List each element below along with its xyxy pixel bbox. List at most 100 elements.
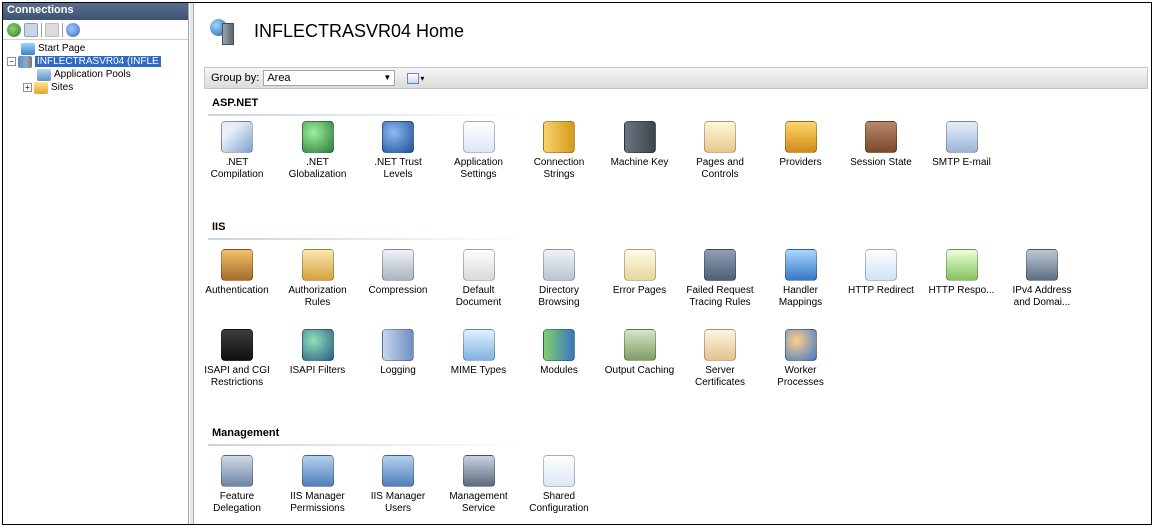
feature-redirect[interactable]: HTTP Redirect <box>842 249 920 297</box>
view-toggle[interactable]: ▾ <box>407 71 429 85</box>
feature-label: Connection Strings <box>533 157 585 180</box>
feature-compression[interactable]: Compression <box>359 249 437 297</box>
feature-label: ISAPI Filters <box>289 365 346 376</box>
toolbar-divider <box>41 22 42 37</box>
feature-session[interactable]: Session State <box>842 121 920 169</box>
feature-logging[interactable]: Logging <box>359 329 437 377</box>
disconnect-icon[interactable] <box>66 22 80 37</box>
feature-filter[interactable]: ISAPI Filters <box>279 329 357 377</box>
expand-toggle[interactable]: + <box>23 83 32 92</box>
feature-label: Machine Key <box>610 157 669 168</box>
feature-lock[interactable]: Authorization Rules <box>279 249 357 309</box>
feature-http-response[interactable]: HTTP Respo... <box>923 249 1001 297</box>
feature-certificate[interactable]: Server Certificates <box>681 329 759 389</box>
failed-request-icon <box>704 249 736 281</box>
connections-panel: Connections Start Page − INFLECTRASVR04 … <box>3 3 189 524</box>
feature-ipv4[interactable]: IPv4 Address and Domai... <box>1003 249 1081 309</box>
feature-compilation[interactable]: .NET Compilation <box>198 121 276 181</box>
tree-item-label: Sites <box>51 82 74 93</box>
feature-error-page[interactable]: Error Pages <box>601 249 679 297</box>
feature-providers[interactable]: Providers <box>762 121 840 169</box>
home-content: INFLECTRASVR04 Home Group by: Area ▼ ▾ A… <box>198 3 1151 524</box>
permissions-icon <box>301 455 334 487</box>
feature-shared-config[interactable]: Shared Configuration <box>520 455 598 515</box>
feature-label: ISAPI and CGI Restrictions <box>204 365 270 388</box>
save-icon[interactable] <box>24 22 38 37</box>
feature-auth[interactable]: Authentication <box>198 249 276 297</box>
feature-caching[interactable]: Output Caching <box>601 329 679 377</box>
group-by-label: Group by: <box>211 72 260 84</box>
feature-settings-list[interactable]: Application Settings <box>440 121 518 181</box>
feature-email[interactable]: SMTP E-mail <box>923 121 1001 169</box>
feature-label: Error Pages <box>612 285 667 296</box>
feature-label: Application Settings <box>454 157 503 180</box>
directory-icon <box>543 249 575 281</box>
cgi-icon <box>221 329 253 361</box>
chevron-down-icon: ▾ <box>420 73 425 83</box>
feature-label: SMTP E-mail <box>932 157 991 168</box>
feature-modules[interactable]: Modules <box>520 329 598 377</box>
feature-permissions[interactable]: IIS Manager Permissions <box>279 455 357 515</box>
collapse-toggle[interactable]: − <box>7 57 16 66</box>
feature-failed-request[interactable]: Failed Request Tracing Rules <box>681 249 759 309</box>
feature-users[interactable]: IIS Manager Users <box>359 455 437 515</box>
feature-directory[interactable]: Directory Browsing <box>520 249 598 309</box>
feature-document[interactable]: Default Document <box>440 249 518 309</box>
redirect-icon <box>865 249 897 281</box>
feature-label: IIS Manager Permissions <box>290 491 345 514</box>
section-title-iis: IIS <box>212 221 226 233</box>
feature-handler[interactable]: Handler Mappings <box>762 249 840 309</box>
feature-label: .NET Trust Levels <box>374 157 422 180</box>
mime-icon <box>462 329 495 361</box>
panel-splitter[interactable] <box>190 3 194 524</box>
filter-icon <box>301 329 334 361</box>
start-page-icon <box>21 42 35 55</box>
connect-icon[interactable] <box>7 22 21 37</box>
feature-label: Authentication <box>205 285 269 296</box>
home-header: INFLECTRASVR04 Home <box>210 17 464 45</box>
feature-mgmt-service[interactable]: Management Service <box>440 455 518 515</box>
section-divider <box>208 114 528 116</box>
feature-label: Modules <box>540 365 578 376</box>
feature-key[interactable]: Machine Key <box>601 121 679 169</box>
feature-database[interactable]: Connection Strings <box>520 121 598 181</box>
feature-trust[interactable]: .NET Trust Levels <box>359 121 437 181</box>
app-pools-icon <box>37 68 51 81</box>
users-icon <box>382 455 414 487</box>
feature-cgi[interactable]: ISAPI and CGI Restrictions <box>198 329 276 389</box>
feature-delegation[interactable]: Feature Delegation <box>198 455 276 515</box>
connections-toolbar <box>3 20 188 40</box>
session-icon <box>865 121 897 153</box>
ipv4-icon <box>1026 249 1058 281</box>
up-icon[interactable] <box>45 22 59 37</box>
feature-label: HTTP Redirect <box>848 285 914 296</box>
modules-icon <box>543 329 575 361</box>
group-by-bar: Group by: Area ▼ ▾ <box>204 67 1148 89</box>
feature-label: HTTP Respo... <box>928 285 995 296</box>
connections-header: Connections <box>3 3 188 20</box>
feature-label: .NET Compilation <box>210 157 264 180</box>
certificate-icon <box>704 329 736 361</box>
feature-pages[interactable]: Pages and Controls <box>681 121 759 181</box>
compilation-icon <box>221 121 253 153</box>
group-by-select[interactable]: Area ▼ <box>263 70 396 86</box>
toolbar-divider <box>62 22 63 37</box>
feature-globe[interactable]: .NET Globalization <box>279 121 357 181</box>
page-title: INFLECTRASVR04 Home <box>254 20 465 41</box>
feature-label: Session State <box>850 157 912 168</box>
feature-label: Management Service <box>449 491 508 514</box>
tree-item-app-pools[interactable]: Application Pools <box>3 68 188 81</box>
tree-item-sites[interactable]: + Sites <box>3 81 188 94</box>
caching-icon <box>623 329 656 361</box>
feature-label: .NET Globalization <box>288 157 347 180</box>
feature-label: Server Certificates <box>694 365 745 388</box>
email-icon <box>945 121 978 153</box>
feature-label: Worker Processes <box>777 365 824 388</box>
feature-label: Pages and Controls <box>696 157 744 180</box>
feature-mime[interactable]: MIME Types <box>440 329 518 377</box>
feature-worker[interactable]: Worker Processes <box>762 329 840 389</box>
tree-item-start-page[interactable]: Start Page <box>3 42 188 55</box>
providers-icon <box>784 121 817 153</box>
tree-item-server[interactable]: − INFLECTRASVR04 (INFLE <box>3 55 188 68</box>
feature-label: Logging <box>380 365 416 376</box>
